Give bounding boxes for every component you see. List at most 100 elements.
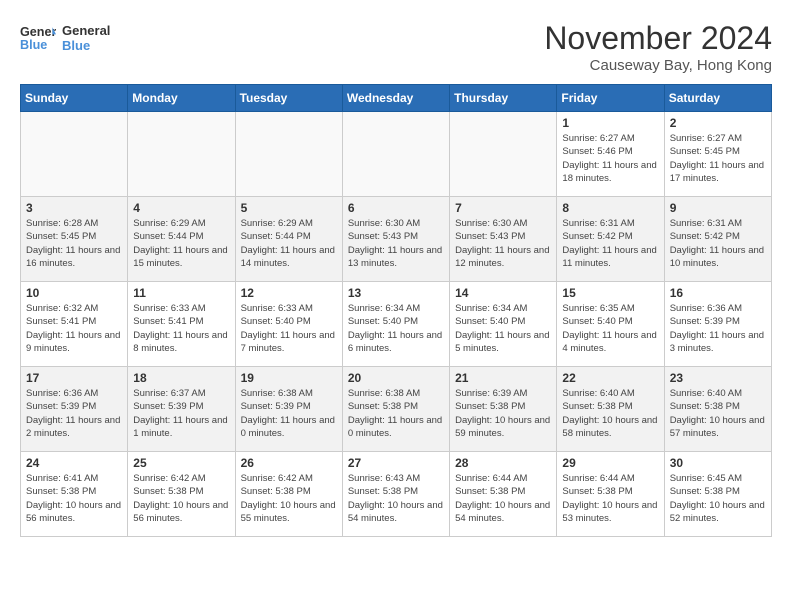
weekday-header-friday: Friday (557, 85, 664, 112)
title-block: November 2024 Causeway Bay, Hong Kong (544, 20, 772, 74)
calendar-cell: 5 Sunrise: 6:29 AM Sunset: 5:44 PM Daylig… (235, 197, 342, 282)
day-info: Sunrise: 6:42 AM Sunset: 5:38 PM Dayligh… (241, 472, 337, 525)
day-info: Sunrise: 6:40 AM Sunset: 5:38 PM Dayligh… (670, 387, 766, 440)
calendar-cell: 13 Sunrise: 6:34 AM Sunset: 5:40 PM Dayli… (342, 282, 449, 367)
day-number: 5 (241, 201, 337, 215)
calendar-cell: 12 Sunrise: 6:33 AM Sunset: 5:40 PM Dayli… (235, 282, 342, 367)
day-number: 14 (455, 286, 551, 300)
page-header: General Blue General Blue November 2024 … (20, 20, 772, 74)
day-info: Sunrise: 6:42 AM Sunset: 5:38 PM Dayligh… (133, 472, 229, 525)
weekday-header-wednesday: Wednesday (342, 85, 449, 112)
day-info: Sunrise: 6:29 AM Sunset: 5:44 PM Dayligh… (241, 217, 337, 270)
day-number: 3 (26, 201, 122, 215)
calendar-week-row: 17Sunrise: 6:36 AM Sunset: 5:39 PM Dayli… (21, 367, 772, 452)
calendar-cell: 11Sunrise: 6:33 AM Sunset: 5:41 PM Dayli… (128, 282, 235, 367)
svg-text:Blue: Blue (20, 38, 47, 52)
day-info: Sunrise: 6:30 AM Sunset: 5:43 PM Dayligh… (348, 217, 444, 270)
day-number: 29 (562, 456, 658, 470)
weekday-header-thursday: Thursday (450, 85, 557, 112)
calendar-cell: 15 Sunrise: 6:35 AM Sunset: 5:40 PM Dayli… (557, 282, 664, 367)
day-info: Sunrise: 6:30 AM Sunset: 5:43 PM Dayligh… (455, 217, 551, 270)
calendar-cell: 29 Sunrise: 6:44 AM Sunset: 5:38 PM Dayli… (557, 452, 664, 537)
calendar-cell (450, 112, 557, 197)
calendar-cell: 8 Sunrise: 6:31 AM Sunset: 5:42 PM Daylig… (557, 197, 664, 282)
calendar-cell: 6 Sunrise: 6:30 AM Sunset: 5:43 PM Daylig… (342, 197, 449, 282)
day-info: Sunrise: 6:27 AM Sunset: 5:45 PM Dayligh… (670, 132, 766, 185)
calendar-cell: 22 Sunrise: 6:40 AM Sunset: 5:38 PM Dayli… (557, 367, 664, 452)
day-number: 2 (670, 116, 766, 130)
calendar-cell: 25 Sunrise: 6:42 AM Sunset: 5:38 PM Dayli… (128, 452, 235, 537)
day-number: 24 (26, 456, 122, 470)
calendar-cell: 19 Sunrise: 6:38 AM Sunset: 5:39 PM Dayli… (235, 367, 342, 452)
calendar-cell: 17Sunrise: 6:36 AM Sunset: 5:39 PM Dayli… (21, 367, 128, 452)
day-info: Sunrise: 6:34 AM Sunset: 5:40 PM Dayligh… (455, 302, 551, 355)
day-info: Sunrise: 6:33 AM Sunset: 5:40 PM Dayligh… (241, 302, 337, 355)
logo: General Blue General Blue (20, 20, 110, 56)
calendar-cell: 21 Sunrise: 6:39 AM Sunset: 5:38 PM Dayli… (450, 367, 557, 452)
calendar-week-row: 3 Sunrise: 6:28 AM Sunset: 5:45 PM Daylig… (21, 197, 772, 282)
day-number: 13 (348, 286, 444, 300)
calendar-cell: 14 Sunrise: 6:34 AM Sunset: 5:40 PM Dayli… (450, 282, 557, 367)
day-info: Sunrise: 6:38 AM Sunset: 5:39 PM Dayligh… (241, 387, 337, 440)
calendar-week-row: 24 Sunrise: 6:41 AM Sunset: 5:38 PM Dayli… (21, 452, 772, 537)
logo-icon: General Blue (20, 20, 56, 56)
calendar-cell: 10 Sunrise: 6:32 AM Sunset: 5:41 PM Dayli… (21, 282, 128, 367)
day-number: 16 (670, 286, 766, 300)
day-number: 25 (133, 456, 229, 470)
day-info: Sunrise: 6:35 AM Sunset: 5:40 PM Dayligh… (562, 302, 658, 355)
day-number: 19 (241, 371, 337, 385)
calendar-cell: 30Sunrise: 6:45 AM Sunset: 5:38 PM Dayli… (664, 452, 771, 537)
weekday-header-monday: Monday (128, 85, 235, 112)
day-number: 22 (562, 371, 658, 385)
day-number: 6 (348, 201, 444, 215)
weekday-header-sunday: Sunday (21, 85, 128, 112)
day-info: Sunrise: 6:45 AM Sunset: 5:38 PM Dayligh… (670, 472, 766, 525)
day-number: 7 (455, 201, 551, 215)
day-info: Sunrise: 6:41 AM Sunset: 5:38 PM Dayligh… (26, 472, 122, 525)
day-info: Sunrise: 6:36 AM Sunset: 5:39 PM Dayligh… (670, 302, 766, 355)
day-number: 23 (670, 371, 766, 385)
day-number: 20 (348, 371, 444, 385)
day-info: Sunrise: 6:28 AM Sunset: 5:45 PM Dayligh… (26, 217, 122, 270)
calendar-cell (128, 112, 235, 197)
calendar-table: SundayMondayTuesdayWednesdayThursdayFrid… (20, 84, 772, 537)
day-info: Sunrise: 6:29 AM Sunset: 5:44 PM Dayligh… (133, 217, 229, 270)
day-number: 11 (133, 286, 229, 300)
logo-general: General (62, 23, 110, 38)
calendar-week-row: 10 Sunrise: 6:32 AM Sunset: 5:41 PM Dayli… (21, 282, 772, 367)
day-number: 15 (562, 286, 658, 300)
calendar-cell: 26Sunrise: 6:42 AM Sunset: 5:38 PM Dayli… (235, 452, 342, 537)
day-info: Sunrise: 6:27 AM Sunset: 5:46 PM Dayligh… (562, 132, 658, 185)
day-info: Sunrise: 6:31 AM Sunset: 5:42 PM Dayligh… (562, 217, 658, 270)
day-info: Sunrise: 6:31 AM Sunset: 5:42 PM Dayligh… (670, 217, 766, 270)
calendar-cell (235, 112, 342, 197)
day-number: 27 (348, 456, 444, 470)
day-info: Sunrise: 6:32 AM Sunset: 5:41 PM Dayligh… (26, 302, 122, 355)
month-title: November 2024 (544, 20, 772, 57)
day-number: 4 (133, 201, 229, 215)
day-info: Sunrise: 6:44 AM Sunset: 5:38 PM Dayligh… (562, 472, 658, 525)
day-info: Sunrise: 6:39 AM Sunset: 5:38 PM Dayligh… (455, 387, 551, 440)
calendar-cell: 27 Sunrise: 6:43 AM Sunset: 5:38 PM Dayli… (342, 452, 449, 537)
calendar-header-row: SundayMondayTuesdayWednesdayThursdayFrid… (21, 85, 772, 112)
calendar-cell (342, 112, 449, 197)
calendar-cell: 2 Sunrise: 6:27 AM Sunset: 5:45 PM Daylig… (664, 112, 771, 197)
day-info: Sunrise: 6:40 AM Sunset: 5:38 PM Dayligh… (562, 387, 658, 440)
day-number: 21 (455, 371, 551, 385)
day-number: 12 (241, 286, 337, 300)
day-info: Sunrise: 6:37 AM Sunset: 5:39 PM Dayligh… (133, 387, 229, 440)
calendar-cell: 20Sunrise: 6:38 AM Sunset: 5:38 PM Dayli… (342, 367, 449, 452)
day-number: 1 (562, 116, 658, 130)
calendar-cell: 16 Sunrise: 6:36 AM Sunset: 5:39 PM Dayli… (664, 282, 771, 367)
day-number: 8 (562, 201, 658, 215)
calendar-cell: 24 Sunrise: 6:41 AM Sunset: 5:38 PM Dayli… (21, 452, 128, 537)
day-info: Sunrise: 6:34 AM Sunset: 5:40 PM Dayligh… (348, 302, 444, 355)
calendar-cell: 23 Sunrise: 6:40 AM Sunset: 5:38 PM Dayli… (664, 367, 771, 452)
calendar-week-row: 1 Sunrise: 6:27 AM Sunset: 5:46 PM Daylig… (21, 112, 772, 197)
calendar-cell: 9Sunrise: 6:31 AM Sunset: 5:42 PM Daylig… (664, 197, 771, 282)
day-number: 10 (26, 286, 122, 300)
calendar-cell: 1 Sunrise: 6:27 AM Sunset: 5:46 PM Daylig… (557, 112, 664, 197)
day-info: Sunrise: 6:43 AM Sunset: 5:38 PM Dayligh… (348, 472, 444, 525)
day-info: Sunrise: 6:36 AM Sunset: 5:39 PM Dayligh… (26, 387, 122, 440)
calendar-cell: 7 Sunrise: 6:30 AM Sunset: 5:43 PM Daylig… (450, 197, 557, 282)
